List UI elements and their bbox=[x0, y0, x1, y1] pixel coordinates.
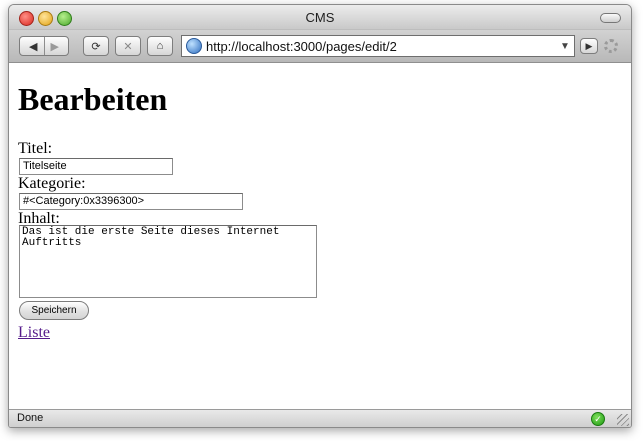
forward-arrow-icon[interactable]: ▶ bbox=[51, 40, 59, 53]
resize-grip-icon[interactable] bbox=[617, 414, 629, 426]
title-label: Titel: bbox=[18, 140, 53, 157]
save-button[interactable]: Speichern bbox=[19, 301, 89, 320]
toolbar-toggle-button[interactable] bbox=[600, 13, 621, 23]
site-globe-icon bbox=[186, 38, 202, 54]
title-input[interactable]: Titelseite bbox=[19, 158, 173, 175]
page-heading: Bearbeiten bbox=[18, 81, 168, 117]
title-bar: CMS bbox=[9, 5, 631, 30]
go-button[interactable]: ▶ bbox=[580, 38, 598, 54]
chevron-down-icon[interactable]: ▼ bbox=[558, 41, 572, 52]
back-arrow-icon[interactable]: ◀ bbox=[29, 40, 37, 53]
list-link[interactable]: Liste bbox=[18, 324, 50, 342]
reload-button[interactable]: ⟳ bbox=[83, 36, 109, 56]
separator bbox=[43, 37, 45, 55]
address-url[interactable]: http://localhost:3000/pages/edit/2 bbox=[206, 39, 558, 54]
category-label: Kategorie: bbox=[18, 175, 86, 192]
window-title: CMS bbox=[305, 10, 335, 25]
stop-icon: ✕ bbox=[123, 40, 133, 53]
stop-button[interactable]: ✕ bbox=[115, 36, 141, 56]
address-bar[interactable]: http://localhost:3000/pages/edit/2 ▼ bbox=[181, 35, 575, 57]
content-textarea[interactable]: Das ist die erste Seite dieses Internet … bbox=[19, 225, 317, 298]
home-button[interactable]: ⌂ bbox=[147, 36, 173, 56]
go-arrow-icon: ▶ bbox=[585, 40, 593, 51]
loading-spinner-icon bbox=[604, 39, 618, 53]
category-input[interactable]: #<Category:0x3396300> bbox=[19, 193, 243, 210]
status-bar: Done ✓ bbox=[9, 409, 631, 427]
status-ok-icon: ✓ bbox=[591, 412, 605, 426]
home-icon: ⌂ bbox=[156, 40, 164, 52]
browser-toolbar: ◀ ▶ ⟳ ✕ ⌂ http://localhost:3000/pages/ed… bbox=[9, 30, 631, 63]
status-text: Done bbox=[17, 412, 44, 424]
back-forward-group: ◀ ▶ bbox=[19, 36, 69, 56]
browser-window: CMS ◀ ▶ ⟳ ✕ ⌂ http://localhost:3000/page… bbox=[8, 4, 632, 428]
page-content: Bearbeiten Titel: Titelseite Kategorie: … bbox=[9, 63, 631, 409]
reload-icon: ⟳ bbox=[91, 40, 101, 53]
